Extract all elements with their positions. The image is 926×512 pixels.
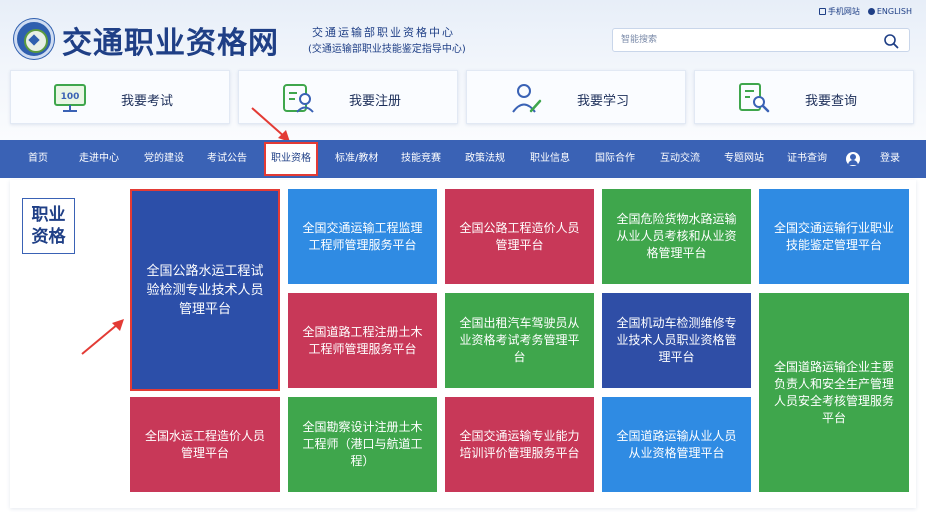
site-title[interactable]: 交通职业资格网 <box>62 18 279 62</box>
study-person-icon <box>512 84 542 113</box>
nav-policy[interactable]: 政策法规 <box>465 140 505 178</box>
section-label: 职业 资格 <box>22 198 75 254</box>
tile-road-civil-engineer[interactable]: 全国道路工程注册土木工程师管理服务平台 <box>288 293 437 388</box>
globe-icon <box>867 8 875 15</box>
exam-button-label: 我要考试 <box>121 94 174 109</box>
nav-standards[interactable]: 标准/教材 <box>335 140 378 178</box>
query-button-label: 我要查询 <box>805 94 858 109</box>
register-card-icon <box>283 84 314 113</box>
site-header: 交通职业资格网 交通运输部职业资格中心 (交通运输部职业技能鉴定指导中心) 手机… <box>0 0 926 70</box>
nav-party[interactable]: 党的建设 <box>144 140 184 178</box>
nav-about[interactable]: 走进中心 <box>79 140 119 178</box>
nav-home[interactable]: 首页 <box>28 140 48 178</box>
register-button-label: 我要注册 <box>349 94 402 109</box>
tile-training-evaluation[interactable]: 全国交通运输专业能力培训评价管理服务平台 <box>445 397 594 492</box>
english-link[interactable]: ENGLISH <box>867 6 912 17</box>
tile-highway-waterway-testing[interactable]: 全国公路水运工程试验检测专业技术人员管理平台 <box>130 189 280 391</box>
nav-certificate-query[interactable]: 证书查询 <box>787 140 827 178</box>
register-button[interactable]: 我要注册 <box>238 70 458 124</box>
user-icon[interactable] <box>846 152 860 166</box>
tile-road-transport-staff[interactable]: 全国道路运输从业人员从业资格管理平台 <box>602 397 751 492</box>
search-input[interactable] <box>621 32 861 48</box>
tile-survey-port-engineer[interactable]: 全国勘察设计注册土木工程师（港口与航道工程） <box>288 397 437 492</box>
svg-text:100: 100 <box>61 92 80 102</box>
search-document-icon <box>739 83 770 113</box>
nav-interaction[interactable]: 互动交流 <box>660 140 700 178</box>
mobile-site-link[interactable]: 手机网站 <box>818 6 860 17</box>
study-button[interactable]: 我要学习 <box>466 70 686 124</box>
org-name: 交通运输部职业资格中心 <box>312 26 455 39</box>
main-nav: 首页 走进中心 党的建设 考试公告 职业资格 标准/教材 技能竞赛 政策法规 职… <box>0 140 926 178</box>
search-box <box>612 28 910 52</box>
nav-career-info[interactable]: 职业信息 <box>530 140 570 178</box>
nav-contest[interactable]: 技能竞赛 <box>401 140 441 178</box>
top-links: 手机网站 ENGLISH <box>818 6 912 17</box>
org-subtitle: (交通运输部职业技能鉴定指导中心) <box>308 44 466 55</box>
search-icon[interactable] <box>883 33 899 49</box>
nav-exam-notice[interactable]: 考试公告 <box>207 140 247 178</box>
query-button[interactable]: 我要查询 <box>694 70 914 124</box>
tile-waterway-cost[interactable]: 全国水运工程造价人员管理平台 <box>130 397 280 492</box>
nav-login[interactable]: 登录 <box>880 140 900 178</box>
nav-international[interactable]: 国际合作 <box>595 140 635 178</box>
study-button-label: 我要学习 <box>577 94 630 109</box>
mobile-icon <box>818 8 826 15</box>
tile-skill-appraisal[interactable]: 全国交通运输行业职业技能鉴定管理平台 <box>759 189 909 284</box>
quick-actions: 100 我要考试 我要注册 我要学习 我要查询 <box>10 70 916 124</box>
tile-highway-cost[interactable]: 全国公路工程造价人员管理平台 <box>445 189 594 284</box>
tile-supervision-engineer[interactable]: 全国交通运输工程监理工程师管理服务平台 <box>288 189 437 284</box>
nav-special-sites[interactable]: 专题网站 <box>724 140 764 178</box>
site-logo-emblem[interactable] <box>14 19 54 59</box>
tile-safety-assessment[interactable]: 全国道路运输企业主要负责人和安全生产管理人员安全考核管理服务平台 <box>759 293 909 492</box>
monitor-100-icon: 100 <box>54 84 86 112</box>
tile-vehicle-inspection[interactable]: 全国机动车检测维修专业技术人员职业资格管理平台 <box>602 293 751 388</box>
tile-taxi-driver[interactable]: 全国出租汽车驾驶员从业资格考试考务管理平台 <box>445 293 594 388</box>
nav-qualification[interactable]: 职业资格 <box>264 142 318 176</box>
exam-button[interactable]: 100 我要考试 <box>10 70 230 124</box>
tile-dangerous-goods[interactable]: 全国危险货物水路运输从业人员考核和从业资格管理平台 <box>602 189 751 284</box>
